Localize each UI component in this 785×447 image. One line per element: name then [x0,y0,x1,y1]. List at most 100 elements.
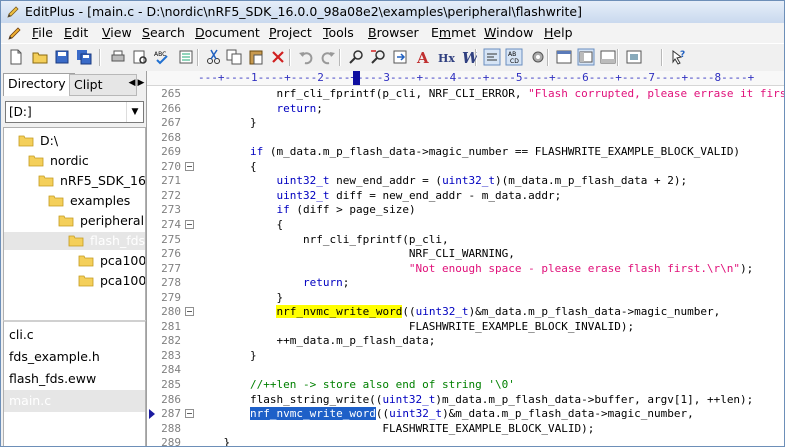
code-line[interactable]: 287 nrf_nvmc_write_word((uint32_t)&m_dat… [147,406,784,421]
code-line[interactable]: 281 FLASHWRITE_EXAMPLE_BLOCK_INVALID); [147,319,784,334]
print-icon[interactable] [109,48,127,66]
tree-folder-d[interactable]: D:\ [18,132,58,150]
heading-icon[interactable]: Hx [437,48,455,66]
line-number: 273 [161,203,181,217]
settings-icon[interactable] [529,48,547,66]
directory-tree[interactable]: D:\ nordic nRF5_SDK_16.0.0 examples peripher… [3,127,146,321]
paste-icon[interactable] [247,48,265,66]
tree-folder-flash-fds[interactable]: flash_fds [4,232,145,250]
code-line[interactable]: 271 uint32_t new_end_addr = (uint32_t)(m… [147,173,784,188]
code-line[interactable]: 267 } [147,115,784,130]
redo-icon[interactable] [319,48,337,66]
new-file-icon[interactable] [7,48,25,66]
menu-help[interactable]: Help [544,25,573,40]
code-line[interactable]: 285 //++len -> store also end of string … [147,377,784,392]
line-code: return; [302,276,350,290]
code-line[interactable]: 275 nrf_cli_fprintf(p_cli, [147,232,784,247]
delete-icon[interactable] [269,48,287,66]
print-preview-icon[interactable] [131,48,149,66]
tree-folder-label: pca10040 [100,253,146,268]
menu-window[interactable]: Window [484,25,533,40]
code-line[interactable]: 282 ++m_data.m_p_flash_data; [147,333,784,348]
code-line[interactable]: 288 FLASHWRITE_EXAMPLE_BLOCK_VALID); [147,421,784,436]
menu-file[interactable]: File [32,25,53,40]
cliptext-window-icon[interactable] [555,48,573,66]
code-line[interactable]: 273 if (diff > page_size) [147,202,784,217]
code-line[interactable]: 274 { [147,217,784,232]
code-line[interactable]: 280 nrf_nvmc_write_word((uint32_t)&m_dat… [147,304,784,319]
line-code: ++m_data.m_p_flash_data; [197,334,436,348]
ruler-icon[interactable]: AB CD [505,48,523,66]
menu-search[interactable]: Search [142,25,185,40]
fold-toggle-icon[interactable] [185,409,194,419]
svg-text:Hx: Hx [438,52,455,65]
file-item-fds-example-h[interactable]: fds_example.h [9,346,140,368]
menu-document[interactable]: Document [195,25,260,40]
help-icon[interactable]: ? [669,48,687,66]
code-line[interactable]: 265 nrf_cli_fprintf(p_cli, NRF_CLI_ERROR… [147,86,784,101]
tab-cliptext[interactable]: Clipt [69,74,137,96]
code-line[interactable]: 270 { [147,159,784,174]
fold-toggle-icon[interactable] [185,161,194,171]
save-all-icon[interactable] [75,48,93,66]
cut-icon[interactable] [205,48,223,66]
menu-edit[interactable]: Edit [64,25,88,40]
open-file-icon[interactable] [31,48,49,66]
code-line[interactable]: 268 [147,130,784,145]
code-line[interactable]: 269 if (m_data.m_p_flash_data->magic_num… [147,144,784,159]
code-line[interactable]: 289 } [147,435,784,446]
menu-emmet[interactable]: Emmet [431,25,476,40]
spell-check-icon[interactable]: ABC [153,48,171,66]
tree-folder-nrf5-sdk-16-0-0[interactable]: nRF5_SDK_16.0.0 [38,172,145,190]
menu-browser[interactable]: Browser [368,25,419,40]
italic-icon[interactable]: W [459,48,477,66]
fold-toggle-icon[interactable] [185,307,194,317]
chevron-down-icon[interactable]: ▼ [126,102,143,122]
code-editor[interactable]: ---+----1----+----2----+----3----+----4-… [147,71,784,446]
replace-icon[interactable] [369,48,387,66]
code-line[interactable]: 286 flash_string_write((uint32_t)m_data.… [147,392,784,407]
svg-text:AB: AB [508,51,516,58]
tree-folder-peripheral[interactable]: peripheral [58,212,144,230]
drive-select[interactable]: [D:] ▼ [5,101,144,123]
column-ruler: ---+----1----+----2----+----3----+----4-… [147,71,784,86]
file-item-cli-c[interactable]: cli.c [9,324,140,346]
line-number: 276 [161,247,181,261]
fold-toggle-icon[interactable] [185,219,194,229]
bold-icon[interactable]: A [415,48,433,66]
output-window-icon[interactable] [599,48,617,66]
drive-value: [D:] [9,105,32,119]
tree-folder-pca10040[interactable]: pca10040 [78,252,146,270]
undo-icon[interactable] [297,48,315,66]
save-icon[interactable] [53,48,71,66]
directory-window-icon[interactable] [577,48,595,66]
word-wrap-icon[interactable] [483,48,501,66]
find-icon[interactable] [347,48,365,66]
fullscreen-icon[interactable] [625,48,643,66]
tab-scroll-left-icon[interactable]: ◀ [128,77,136,89]
tree-folder-nordic[interactable]: nordic [28,152,89,170]
code-line[interactable]: 272 uint32_t diff = new_end_addr - m_dat… [147,188,784,203]
menu-tools[interactable]: Tools [323,25,354,40]
file-item-main-c[interactable]: main.c [4,390,145,412]
copy-icon[interactable] [225,48,243,66]
code-line[interactable]: 279 } [147,290,784,305]
menu-view[interactable]: View [102,25,132,40]
menu-project[interactable]: Project [269,25,312,40]
current-line-marker-icon [149,409,155,420]
tree-folder-examples[interactable]: examples [48,192,130,210]
tab-directory[interactable]: Directory [3,73,75,96]
tab-scroll-right-icon[interactable]: ▶ [137,77,145,89]
file-list[interactable]: cli.c fds_example.h flash_fds.eww main.c [3,320,146,446]
code-line[interactable]: 266 return; [147,101,784,116]
tree-folder-pca10056[interactable]: pca10056 [78,272,145,290]
code-line[interactable]: 284 [147,362,784,377]
file-item-flash-fds-eww[interactable]: flash_fds.eww [9,368,140,390]
file-tree-icon[interactable] [177,48,195,66]
code-line[interactable]: 277 "Not enough space - please erase fla… [147,261,784,276]
code-line[interactable]: 278 return; [147,275,784,290]
code-line[interactable]: 283 } [147,348,784,363]
find-next-icon[interactable] [391,48,409,66]
code-line[interactable]: 276 NRF_CLI_WARNING, [147,246,784,261]
pencil-icon [8,27,21,40]
